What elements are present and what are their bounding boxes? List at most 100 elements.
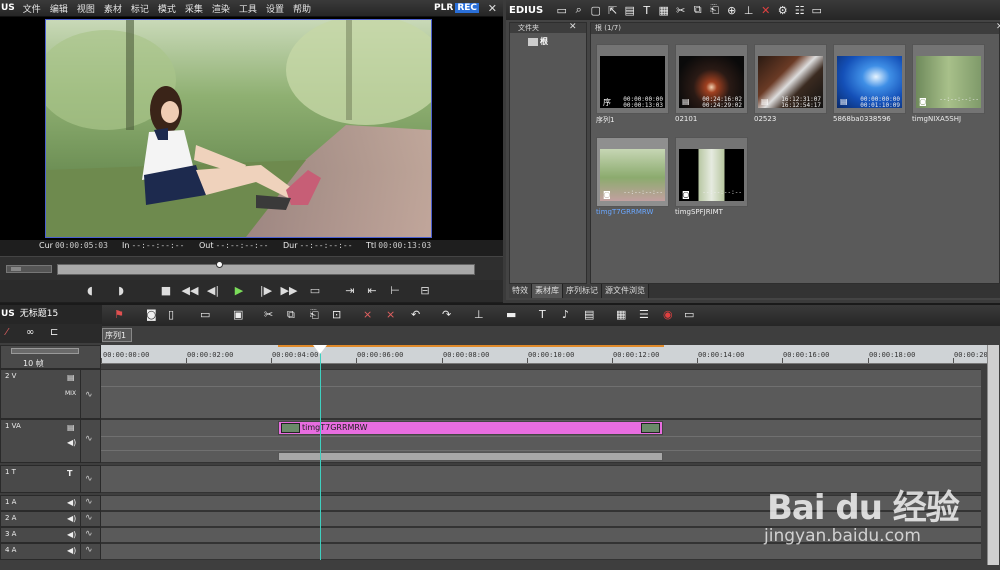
- view-icon[interactable]: ☷: [791, 4, 808, 17]
- playhead-handle[interactable]: [313, 345, 327, 354]
- trim-icon[interactable]: ⊢: [385, 283, 405, 299]
- expand-icon[interactable]: ∿: [85, 474, 93, 484]
- title-icon[interactable]: T: [638, 4, 655, 17]
- menu-help[interactable]: 帮助: [293, 2, 311, 15]
- shuttle-slider[interactable]: [6, 265, 52, 273]
- cut-icon[interactable]: ✂: [264, 308, 273, 321]
- menu-render[interactable]: 渲染: [212, 2, 230, 15]
- timeline-clip[interactable]: timgT7GRRMRW: [278, 421, 663, 435]
- track-header-2v[interactable]: 2 V ▤ MIX ∿: [0, 369, 101, 419]
- menu-marker[interactable]: 标记: [131, 2, 149, 15]
- delete-icon[interactable]: ✕: [757, 4, 774, 17]
- shuttle-knob[interactable]: [11, 267, 21, 271]
- scale-slider[interactable]: [11, 348, 79, 354]
- menu-file[interactable]: 文件: [23, 2, 41, 15]
- menu-view[interactable]: 视图: [77, 2, 95, 15]
- clip-timgNIXA5SHJ[interactable]: ◙ --:--:--:-- timgNIXA5SHJ: [912, 44, 985, 123]
- fast-forward-icon[interactable]: ▶▶: [279, 283, 299, 299]
- cut-icon[interactable]: ✂: [672, 4, 689, 17]
- timeline-scrollbar[interactable]: [987, 345, 999, 565]
- plr-mode[interactable]: PLR: [432, 3, 455, 13]
- expand-icon[interactable]: ∿: [85, 513, 93, 523]
- close-icon[interactable]: ✕: [569, 22, 577, 32]
- plr-rec-toggle[interactable]: PLR REC: [432, 3, 479, 13]
- save-icon[interactable]: ▣: [233, 308, 243, 321]
- track-icon[interactable]: ▬: [506, 308, 516, 321]
- settings-icon[interactable]: ▭: [808, 4, 825, 17]
- tab-sequence1[interactable]: 序列1: [102, 328, 132, 342]
- menu-clip[interactable]: 素材: [104, 2, 122, 15]
- menu-settings[interactable]: 设置: [266, 2, 284, 15]
- grid-icon[interactable]: ▦: [616, 308, 626, 321]
- track-header-2a[interactable]: 2 A ◀) ∿: [0, 511, 101, 527]
- speaker-icon[interactable]: ◀): [67, 438, 76, 447]
- track-header-4a[interactable]: 4 A ◀) ∿: [0, 543, 101, 560]
- link-icon[interactable]: ∞: [26, 327, 34, 338]
- new-sequence-icon[interactable]: ▯: [168, 308, 174, 321]
- add-cut-icon[interactable]: ⊥: [474, 308, 484, 321]
- add-to-timeline-icon[interactable]: ⊥: [740, 4, 757, 17]
- title-track-icon[interactable]: T: [67, 469, 72, 478]
- title-icon[interactable]: T: [539, 308, 546, 321]
- expand-icon[interactable]: ∿: [85, 529, 93, 539]
- tab-effects[interactable]: 特效: [509, 284, 532, 298]
- tab-source-browser[interactable]: 源文件浏览: [602, 284, 649, 298]
- speaker-icon[interactable]: ◀): [67, 546, 76, 555]
- track-2v[interactable]: [101, 369, 981, 419]
- paste-icon[interactable]: ⎗: [706, 3, 723, 17]
- time-ruler[interactable]: 00:00:00:00 00:00:02:00 00:00:04:00 00:0…: [101, 345, 987, 364]
- record-icon[interactable]: ◉: [663, 308, 673, 321]
- stop-icon[interactable]: ■: [156, 283, 176, 299]
- rec-mode[interactable]: REC: [455, 3, 479, 13]
- open-project-icon[interactable]: ▭: [200, 308, 210, 321]
- track-1a[interactable]: [101, 495, 981, 511]
- expand-icon[interactable]: ∿: [85, 390, 93, 400]
- insert-icon[interactable]: ⇥: [340, 283, 360, 299]
- undo-icon[interactable]: ↶: [411, 308, 420, 321]
- add-to-player-icon[interactable]: ⊕: [723, 4, 740, 17]
- camera-icon[interactable]: ◙: [146, 308, 157, 321]
- mode-icon[interactable]: ⚑: [114, 308, 124, 321]
- track-2a[interactable]: [101, 511, 981, 527]
- render-icon[interactable]: ▤: [584, 308, 594, 321]
- track-3a[interactable]: [101, 527, 981, 543]
- close-icon[interactable]: ✕: [996, 22, 1000, 32]
- track-visibility-icon[interactable]: ▤: [67, 423, 75, 432]
- tab-bin[interactable]: 素材库: [532, 284, 563, 298]
- search-icon[interactable]: ⌕: [570, 3, 587, 17]
- clip-02101[interactable]: ▤ 00:24:16:02 00:24:29:02 02101: [675, 44, 748, 123]
- clip-sequence1[interactable]: 序 00:00:00:00 00:00:13:03 序列1: [596, 44, 669, 124]
- ripple-delete-icon[interactable]: ⨯: [386, 308, 395, 321]
- replace-icon[interactable]: ⊡: [332, 308, 341, 321]
- timeline-clip-audio[interactable]: [278, 452, 663, 461]
- up-folder-icon[interactable]: ▢: [587, 4, 604, 17]
- sync-icon[interactable]: ⊏: [50, 327, 58, 338]
- speaker-icon[interactable]: ◀): [67, 530, 76, 539]
- copy-icon[interactable]: ⧉: [689, 3, 706, 17]
- clip-02523[interactable]: ▤ 16:12:31:07 16:12:54:17 02523: [754, 44, 827, 123]
- track-visibility-icon[interactable]: ▤: [67, 373, 75, 382]
- open-file-icon[interactable]: ▤: [621, 4, 638, 17]
- properties-icon[interactable]: ⚙: [774, 4, 791, 17]
- menu-tools[interactable]: 工具: [239, 2, 257, 15]
- speaker-icon[interactable]: ◀): [67, 498, 76, 507]
- root-folder[interactable]: 根: [528, 36, 586, 47]
- paste-icon[interactable]: ⎗: [310, 308, 319, 322]
- track-header-3a[interactable]: 3 A ◀) ∿: [0, 527, 101, 543]
- menu-capture[interactable]: 采集: [185, 2, 203, 15]
- delete-icon[interactable]: ⨯: [363, 308, 372, 321]
- play-icon[interactable]: ▶: [229, 283, 249, 299]
- output-icon[interactable]: ▭: [305, 283, 325, 299]
- track-header-1t[interactable]: 1 T T ∿: [0, 465, 101, 493]
- set-in-icon[interactable]: ◖: [80, 283, 100, 299]
- add-clip-icon[interactable]: ⇱: [604, 4, 621, 17]
- speaker-icon[interactable]: ◀): [67, 514, 76, 523]
- overwrite-icon[interactable]: ⇤: [362, 283, 382, 299]
- position-handle[interactable]: [216, 261, 223, 268]
- close-icon[interactable]: ✕: [488, 2, 497, 15]
- redo-icon[interactable]: ↷: [442, 308, 451, 321]
- track-1t[interactable]: [101, 465, 981, 493]
- voiceover-icon[interactable]: ♪: [562, 308, 569, 321]
- expand-icon[interactable]: ∿: [85, 545, 93, 555]
- position-bar[interactable]: [57, 261, 475, 275]
